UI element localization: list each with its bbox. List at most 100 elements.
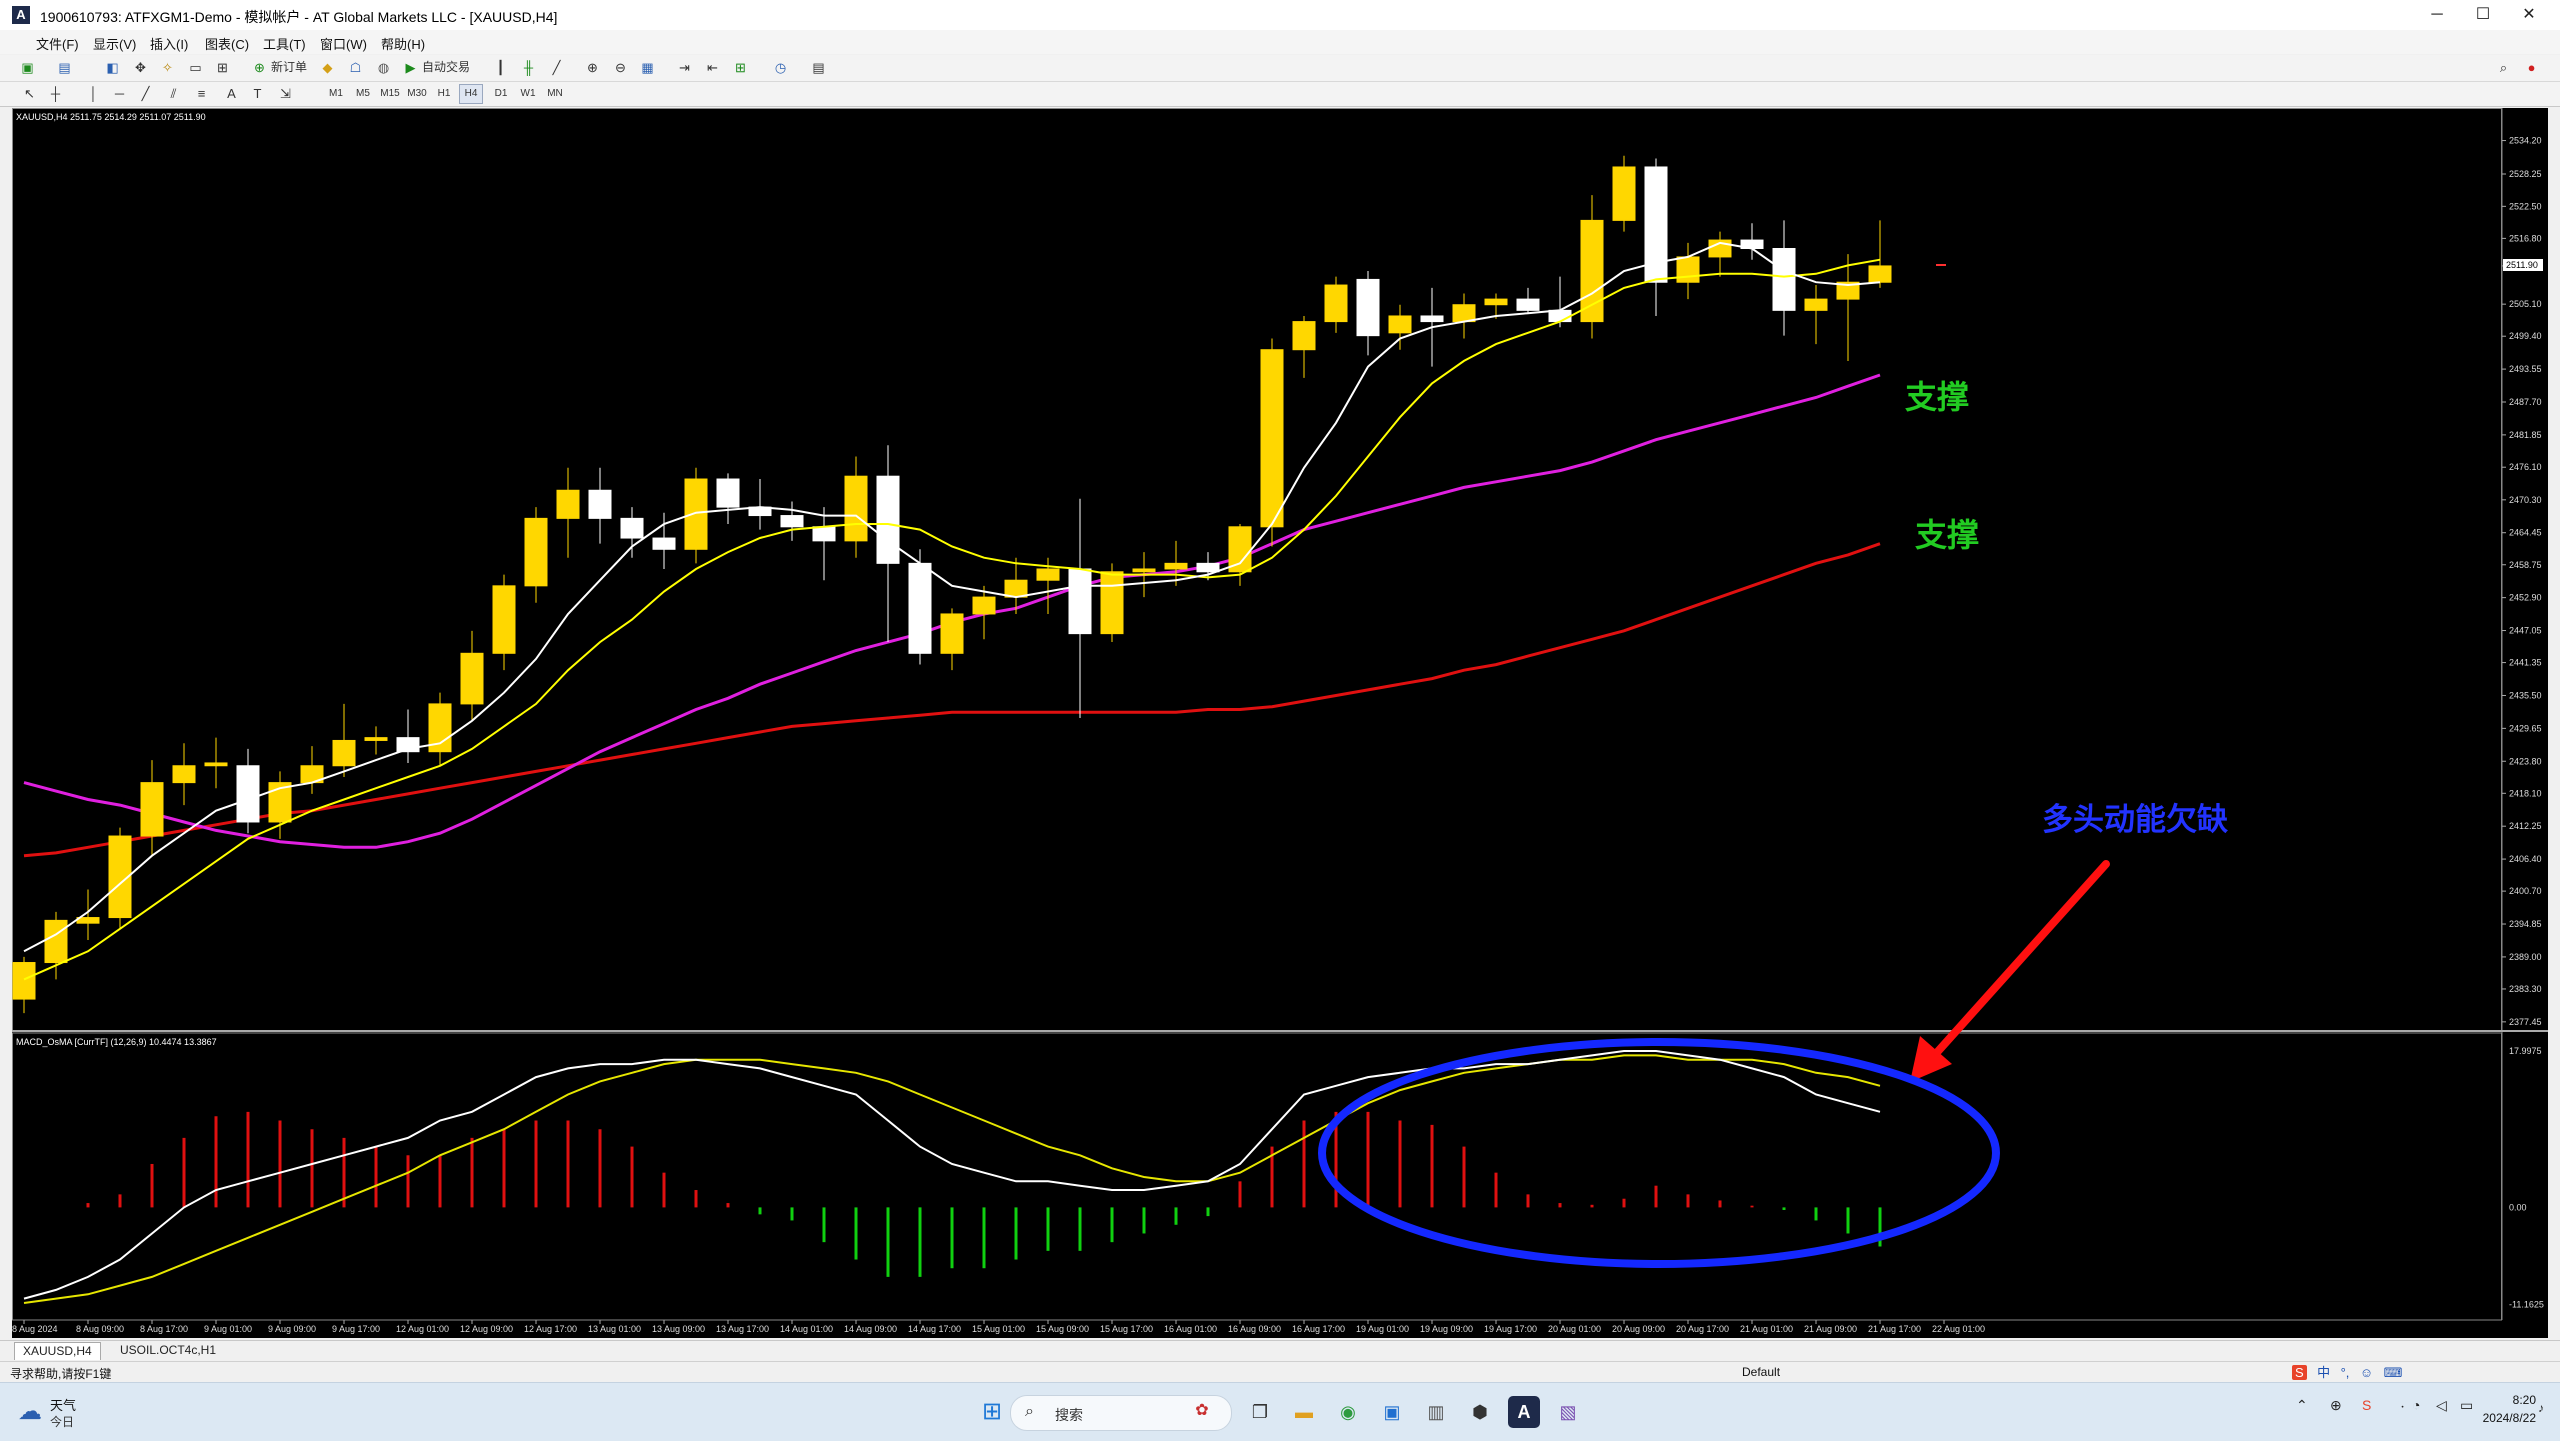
candle-body <box>1068 568 1092 635</box>
notification-bell-icon[interactable]: ♪ <box>2538 1401 2544 1415</box>
menu-help[interactable]: 帮助(H) <box>381 34 425 53</box>
weather-icon[interactable]: ☁ <box>18 1397 42 1426</box>
indicators-icon[interactable]: ⊞ <box>731 58 750 77</box>
menu-tools[interactable]: 工具(T) <box>263 34 306 53</box>
chrome-icon[interactable]: ◉ <box>1332 1396 1364 1428</box>
zoom-in-icon[interactable]: ⊕ <box>583 58 602 77</box>
tile-windows-icon[interactable]: ▦ <box>638 58 657 77</box>
text-label-icon[interactable]: T <box>248 84 267 103</box>
time-tick-label: 16 Aug 09:00 <box>1228 1324 1281 1334</box>
periods-icon[interactable]: ◷ <box>771 58 790 77</box>
price-chart[interactable]: 2534.20 2528.25 2522.50 2516.80 2511.90 2505.… <box>12 108 2548 1338</box>
navigator-icon[interactable]: ✥ <box>131 58 150 77</box>
new-chart-icon[interactable]: ▣ <box>18 58 37 77</box>
tray-chevron-icon[interactable]: ⌃ <box>2296 1397 2308 1414</box>
candle-body <box>44 919 68 964</box>
ime-chinese-mode[interactable]: 中 <box>2317 1362 2330 1381</box>
store-icon[interactable]: ▣ <box>1376 1396 1408 1428</box>
mt4-taskbar-icon[interactable]: A <box>1508 1396 1540 1428</box>
timeframe-m30[interactable]: M30 <box>405 84 429 104</box>
price-tick-label: 2394.85 <box>2509 919 2542 929</box>
candlestick-icon[interactable]: ╫ <box>519 58 538 77</box>
timeframe-h1[interactable]: H1 <box>432 84 456 104</box>
timeframe-d1[interactable]: D1 <box>489 84 513 104</box>
crosshair-icon[interactable]: ┼ <box>46 84 65 103</box>
tray-language-icon[interactable]: ㆍ <box>2396 1397 2409 1417</box>
cursor-icon[interactable]: ↖ <box>20 84 39 103</box>
time-tick-label: 13 Aug 09:00 <box>652 1324 705 1334</box>
auto-trading-icon[interactable]: ▶ <box>401 58 420 77</box>
tray-pin-icon[interactable]: ⊕ <box>2330 1397 2342 1414</box>
templates-icon[interactable]: ▤ <box>809 58 828 77</box>
candle-body <box>12 962 36 1000</box>
trendline-icon[interactable]: ╱ <box>136 84 155 103</box>
start-menu-icon[interactable]: ⊞ <box>976 1396 1008 1428</box>
menu-view[interactable]: 显示(V) <box>93 34 136 53</box>
signals-icon[interactable]: ☖ <box>346 58 365 77</box>
timeframe-m15[interactable]: M15 <box>378 84 402 104</box>
menu-window[interactable]: 窗口(W) <box>320 34 367 53</box>
market-watch-icon[interactable]: ◧ <box>103 58 122 77</box>
close-button[interactable]: ✕ <box>2506 0 2552 30</box>
tab-xauusd-h4[interactable]: XAUUSD,H4 <box>14 1342 101 1360</box>
timeframe-m1[interactable]: M1 <box>324 84 348 104</box>
time-tick-label: 20 Aug 01:00 <box>1548 1324 1601 1334</box>
app-icon-5[interactable]: ▥ <box>1420 1396 1452 1428</box>
arrows-icon[interactable]: ⇲ <box>276 84 295 103</box>
candle-body <box>1324 284 1348 323</box>
search-highlight-icon[interactable]: ✿ <box>1190 1399 1214 1423</box>
bar-chart-icon[interactable]: ┃ <box>491 58 510 77</box>
horizontal-line-icon[interactable]: ─ <box>110 84 129 103</box>
ime-keyboard-icon[interactable]: ⌨ <box>2384 1365 2403 1381</box>
app-icon-8[interactable]: ▧ <box>1552 1396 1584 1428</box>
search-icon[interactable]: ⌕ <box>2494 58 2513 77</box>
clock-time[interactable]: 8:20 <box>2486 1393 2536 1407</box>
auto-trading-button[interactable]: 自动交易 <box>419 58 473 77</box>
timeframe-mn[interactable]: MN <box>543 84 567 104</box>
ime-punctuation[interactable]: °, <box>2341 1365 2350 1380</box>
new-order-icon[interactable]: ⊕ <box>250 58 269 77</box>
market-icon[interactable]: ◍ <box>374 58 393 77</box>
candle-body <box>460 652 484 705</box>
autoscroll-icon[interactable]: ⇤ <box>703 58 722 77</box>
ime-logo-icon[interactable]: S <box>2292 1365 2307 1380</box>
vertical-line-icon[interactable]: │ <box>84 84 103 103</box>
chart-window[interactable]: 2534.20 2528.25 2522.50 2516.80 2511.90 2505.… <box>12 108 2548 1338</box>
zoom-out-icon[interactable]: ⊖ <box>611 58 630 77</box>
window-title: 1900610793: ATFXGM1-Demo - 模拟帐户 - AT Glo… <box>40 9 558 25</box>
menu-charts[interactable]: 图表(C) <box>205 34 249 53</box>
metaeditor-icon[interactable]: ◆ <box>318 58 337 77</box>
timeframe-m5[interactable]: M5 <box>351 84 375 104</box>
clock-date[interactable]: 2024/8/22 <box>2462 1411 2536 1425</box>
menu-file[interactable]: 文件(F) <box>36 34 79 53</box>
task-view-icon[interactable]: ❐ <box>1244 1396 1276 1428</box>
line-chart-icon[interactable]: ╱ <box>547 58 566 77</box>
maximize-button[interactable]: ☐ <box>2460 0 2506 30</box>
price-tick-label: 2464.45 <box>2509 528 2542 538</box>
price-tick-label: 2435.50 <box>2509 690 2542 700</box>
menu-insert[interactable]: 插入(I) <box>150 34 188 53</box>
notifications-icon[interactable]: ● <box>2522 58 2541 77</box>
new-order-button[interactable]: 新订单 <box>268 58 310 77</box>
text-icon[interactable]: A <box>222 84 241 103</box>
wifi-icon[interactable]: ◔ <box>2412 1397 2420 1413</box>
ime-emoji-icon[interactable]: ☺ <box>2360 1365 2373 1380</box>
chart-shift-icon[interactable]: ⇥ <box>675 58 694 77</box>
app-icon-6[interactable]: ⬢ <box>1464 1396 1496 1428</box>
volume-icon[interactable]: ◁ <box>2436 1397 2447 1414</box>
file-explorer-icon[interactable]: ▬ <box>1288 1396 1320 1428</box>
time-tick-label: 20 Aug 09:00 <box>1612 1324 1665 1334</box>
timeframe-w1[interactable]: W1 <box>516 84 540 104</box>
timeframe-h4[interactable]: H4 <box>459 84 483 104</box>
strategy-tester-icon[interactable]: ⊞ <box>213 58 232 77</box>
minimize-button[interactable]: ─ <box>2414 0 2460 30</box>
tab-usoil-h1[interactable]: USOIL.OCT4c,H1 <box>112 1342 224 1359</box>
time-tick-label: 12 Aug 01:00 <box>396 1324 449 1334</box>
tray-sogou-icon[interactable]: S <box>2362 1397 2371 1413</box>
profiles-icon[interactable]: ▤ <box>55 58 74 77</box>
weather-label[interactable]: 天气 <box>50 1395 76 1414</box>
fibonacci-icon[interactable]: ≡ <box>192 84 211 103</box>
terminal-icon[interactable]: ▭ <box>186 58 205 77</box>
channel-icon[interactable]: ⫽ <box>164 84 183 103</box>
data-window-icon[interactable]: ✧ <box>158 58 177 77</box>
